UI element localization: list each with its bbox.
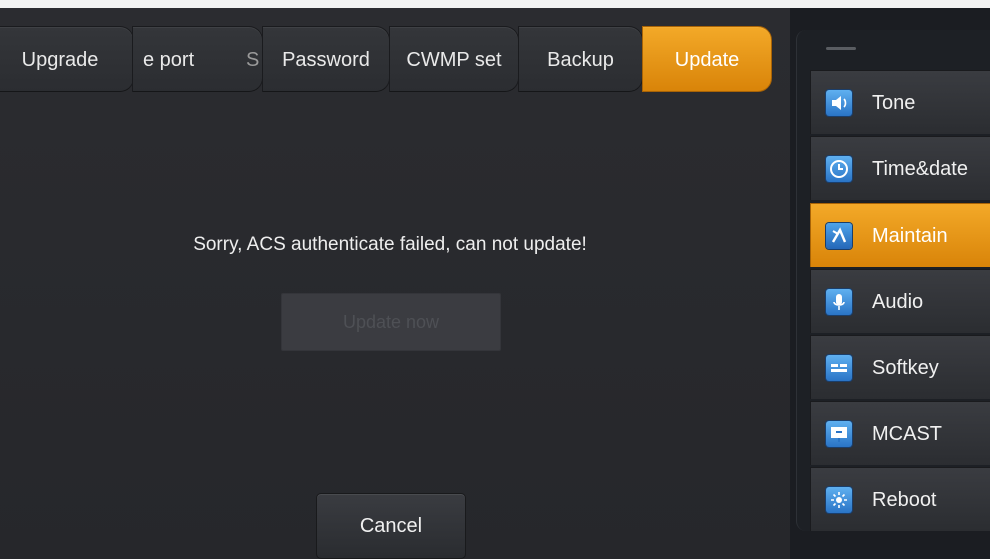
sidebar-item-mcast[interactable]: MCAST (810, 401, 990, 465)
tab-label: Update (674, 49, 740, 71)
sidebar-item-label: Softkey (872, 357, 939, 379)
sidebar-item-softkey[interactable]: Softkey (810, 335, 990, 399)
tab-label: e port (143, 49, 195, 71)
scroll-indicator (826, 47, 856, 50)
sidebar-item-label: Tone (872, 92, 916, 114)
sidebar-item-label: Time&date (872, 158, 968, 180)
sidebar-item-label: Maintain (872, 225, 948, 247)
tab-label: CWMP set (406, 49, 502, 71)
error-message: Sorry, ACS authenticate failed, can not … (193, 234, 587, 255)
sidebar-item-maintain[interactable]: Maintain (810, 203, 990, 267)
tab-cwmp-set[interactable]: CWMP set (389, 26, 519, 92)
tab-upgrade[interactable]: Upgrade (0, 26, 134, 92)
tools-icon (826, 223, 852, 249)
sidebar-item-audio[interactable]: Audio (810, 269, 990, 333)
tab-label: Backup (547, 49, 614, 71)
update-now-button[interactable]: Update now (281, 293, 501, 351)
sidebar-item-reboot[interactable]: Reboot (810, 467, 990, 531)
keyboard-icon (826, 355, 852, 381)
cancel-button[interactable]: Cancel (316, 493, 466, 559)
tab-label-fragment: S (246, 49, 260, 71)
speaker-icon (826, 90, 852, 116)
tab-label: Upgrade (21, 49, 99, 71)
tab-port[interactable]: e port S (132, 26, 263, 92)
tab-backup[interactable]: Backup (518, 26, 643, 92)
sidebar-item-label: Reboot (872, 489, 937, 511)
top-border (0, 0, 990, 8)
tab-label: Password (282, 49, 370, 71)
reboot-icon (826, 487, 852, 513)
clock-icon (826, 156, 852, 182)
tab-update[interactable]: Update (642, 26, 772, 92)
sidebar-item-time-date[interactable]: Time&date (810, 136, 990, 200)
tab-password[interactable]: Password (262, 26, 390, 92)
main-panel: Upgrade e port S Password CWMP set Backu… (0, 8, 790, 559)
tab-bar: Upgrade e port S Password CWMP set Backu… (0, 26, 790, 98)
sidebar-item-label: MCAST (872, 423, 942, 445)
multicast-icon (826, 421, 852, 447)
microphone-icon (826, 289, 852, 315)
sidebar-item-label: Audio (872, 291, 924, 313)
sidebar-item-tone[interactable]: Tone (810, 70, 990, 134)
